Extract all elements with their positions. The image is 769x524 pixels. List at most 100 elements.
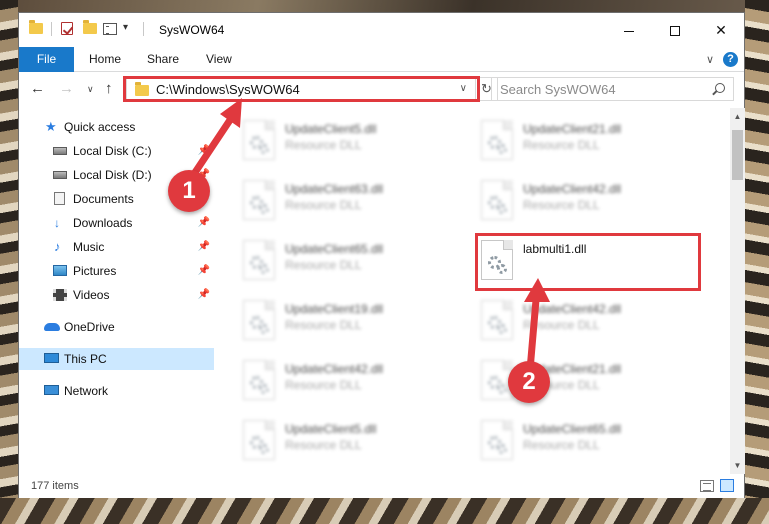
scrollbar-thumb[interactable] bbox=[732, 130, 743, 180]
search-input[interactable]: Search SysWOW64 bbox=[491, 77, 734, 101]
file-name: UpdateClient5.dll bbox=[285, 122, 377, 136]
file-type: Resource DLL bbox=[285, 258, 362, 272]
file-item[interactable]: UpdateClient21.dll Resource DLL bbox=[477, 116, 677, 166]
search-placeholder: Search SysWOW64 bbox=[500, 82, 616, 97]
file-type: Resource DLL bbox=[523, 138, 600, 152]
sidebar-item-onedrive[interactable]: OneDrive bbox=[19, 316, 214, 338]
file-name: UpdateClient42.dll bbox=[285, 362, 384, 376]
window-title: SysWOW64 bbox=[159, 23, 225, 37]
quick-access-toolbar-dropdown[interactable]: ▾ bbox=[123, 22, 128, 33]
ribbon-tabs: File Home Share View ∨ ? bbox=[19, 47, 744, 72]
file-name: UpdateClient21.dll bbox=[523, 122, 622, 136]
close-icon: ✕ bbox=[715, 22, 727, 38]
details-view-icon[interactable] bbox=[700, 480, 714, 492]
file-type: Resource DLL bbox=[523, 198, 600, 212]
dll-file-icon bbox=[243, 360, 275, 400]
tab-share[interactable]: Share bbox=[147, 47, 179, 72]
disk-icon bbox=[53, 169, 67, 181]
file-type: Resource DLL bbox=[285, 318, 362, 332]
maximize-icon bbox=[670, 26, 680, 37]
tab-file[interactable]: File bbox=[19, 47, 74, 72]
folder-icon bbox=[29, 20, 43, 34]
sidebar-item-videos[interactable]: Videos 📌 bbox=[19, 284, 214, 306]
properties-icon[interactable] bbox=[103, 23, 117, 35]
file-name: UpdateClient5.dll bbox=[285, 422, 377, 436]
sidebar-item-pictures[interactable]: Pictures 📌 bbox=[19, 260, 214, 282]
file-name: UpdateClient63.dll bbox=[285, 182, 384, 196]
onedrive-icon bbox=[44, 321, 60, 333]
large-icons-view-icon[interactable] bbox=[720, 479, 734, 492]
back-button[interactable]: ← bbox=[30, 80, 45, 97]
sidebar-item-downloads[interactable]: ↓ Downloads 📌 bbox=[19, 212, 214, 234]
dll-file-icon bbox=[243, 240, 275, 280]
recent-locations-dropdown[interactable]: ∨ bbox=[87, 84, 94, 95]
tab-home[interactable]: Home bbox=[89, 47, 121, 72]
desktop-background-left bbox=[0, 0, 18, 524]
search-icon bbox=[715, 83, 725, 93]
file-type: Resource DLL bbox=[523, 438, 600, 452]
this-pc-icon bbox=[44, 353, 59, 365]
file-type: Resource DLL bbox=[285, 198, 362, 212]
pin-icon: 📌 bbox=[197, 289, 210, 300]
disk-icon bbox=[53, 145, 67, 157]
file-type: Resource DLL bbox=[285, 378, 362, 392]
sidebar-item-this-pc[interactable]: This PC bbox=[19, 348, 214, 370]
downloads-icon: ↓ bbox=[54, 216, 60, 230]
tab-view[interactable]: View bbox=[206, 47, 232, 72]
sidebar-item-label: Quick access bbox=[64, 120, 136, 134]
file-item[interactable]: UpdateClient42.dll Resource DLL bbox=[239, 356, 439, 406]
sidebar-item-label: Music bbox=[73, 240, 105, 254]
step-marker-2: 2 bbox=[508, 361, 550, 403]
file-name: UpdateClient65.dll bbox=[523, 422, 622, 436]
dll-file-icon bbox=[481, 420, 513, 460]
dll-file-icon bbox=[481, 120, 513, 160]
file-type: Resource DLL bbox=[285, 438, 362, 452]
expand-ribbon-chevron-icon[interactable]: ∨ bbox=[706, 53, 714, 66]
sidebar-item-label: Local Disk (C:) bbox=[73, 144, 152, 158]
pictures-icon bbox=[53, 265, 67, 277]
desktop-background-right bbox=[745, 0, 769, 524]
sidebar-item-music[interactable]: ♪ Music 📌 bbox=[19, 236, 214, 258]
file-item[interactable]: UpdateClient19.dll Resource DLL bbox=[239, 296, 439, 346]
properties-check-icon[interactable] bbox=[61, 22, 73, 35]
pin-icon: 📌 bbox=[197, 265, 210, 276]
sidebar-item-label: Documents bbox=[73, 192, 134, 206]
file-item[interactable]: UpdateClient42.dll Resource DLL bbox=[477, 176, 677, 226]
sidebar-item-label: Downloads bbox=[73, 216, 133, 230]
dll-file-icon bbox=[481, 180, 513, 220]
file-item[interactable]: UpdateClient65.dll Resource DLL bbox=[477, 416, 677, 466]
scroll-up-arrow-icon[interactable]: ▲ bbox=[730, 108, 745, 125]
toolbar-separator bbox=[143, 22, 144, 36]
pin-icon: 📌 bbox=[197, 241, 210, 252]
step-marker-1: 1 bbox=[168, 170, 210, 212]
forward-button[interactable]: → bbox=[59, 80, 74, 97]
star-icon: ★ bbox=[45, 119, 57, 134]
pin-icon: 📌 bbox=[197, 217, 210, 228]
close-button[interactable]: ✕ bbox=[698, 13, 744, 47]
sidebar-item-network[interactable]: Network bbox=[19, 380, 214, 402]
file-name: UpdateClient42.dll bbox=[523, 182, 622, 196]
dll-file-icon bbox=[243, 420, 275, 460]
up-button[interactable]: ↑ bbox=[105, 80, 113, 97]
sidebar-item-label: Videos bbox=[73, 288, 110, 302]
file-name: UpdateClient19.dll bbox=[285, 302, 384, 316]
scroll-down-arrow-icon[interactable]: ▼ bbox=[730, 457, 745, 474]
maximize-button[interactable] bbox=[652, 13, 698, 47]
title-bar: ▾ SysWOW64 ✕ bbox=[19, 13, 744, 47]
file-type: Resource DLL bbox=[285, 138, 362, 152]
music-icon: ♪ bbox=[54, 239, 61, 254]
minimize-icon bbox=[624, 30, 634, 32]
file-explorer-window: ▾ SysWOW64 ✕ File Home Share View ∨ ? ← … bbox=[18, 12, 745, 498]
sidebar-item-label: Pictures bbox=[73, 264, 117, 278]
documents-icon bbox=[54, 192, 67, 205]
file-name: UpdateClient65.dll bbox=[285, 242, 384, 256]
minimize-button[interactable] bbox=[606, 13, 652, 47]
help-icon[interactable]: ? bbox=[723, 52, 738, 67]
file-list: UpdateClient5.dll Resource DLL UpdateCli… bbox=[215, 108, 730, 474]
file-item[interactable]: UpdateClient65.dll Resource DLL bbox=[239, 236, 439, 286]
vertical-scrollbar[interactable]: ▲ ▼ bbox=[730, 108, 745, 474]
new-folder-icon[interactable] bbox=[83, 20, 97, 34]
file-item[interactable]: UpdateClient5.dll Resource DLL bbox=[239, 416, 439, 466]
sidebar-item-label: OneDrive bbox=[64, 320, 115, 334]
network-icon bbox=[44, 385, 59, 397]
